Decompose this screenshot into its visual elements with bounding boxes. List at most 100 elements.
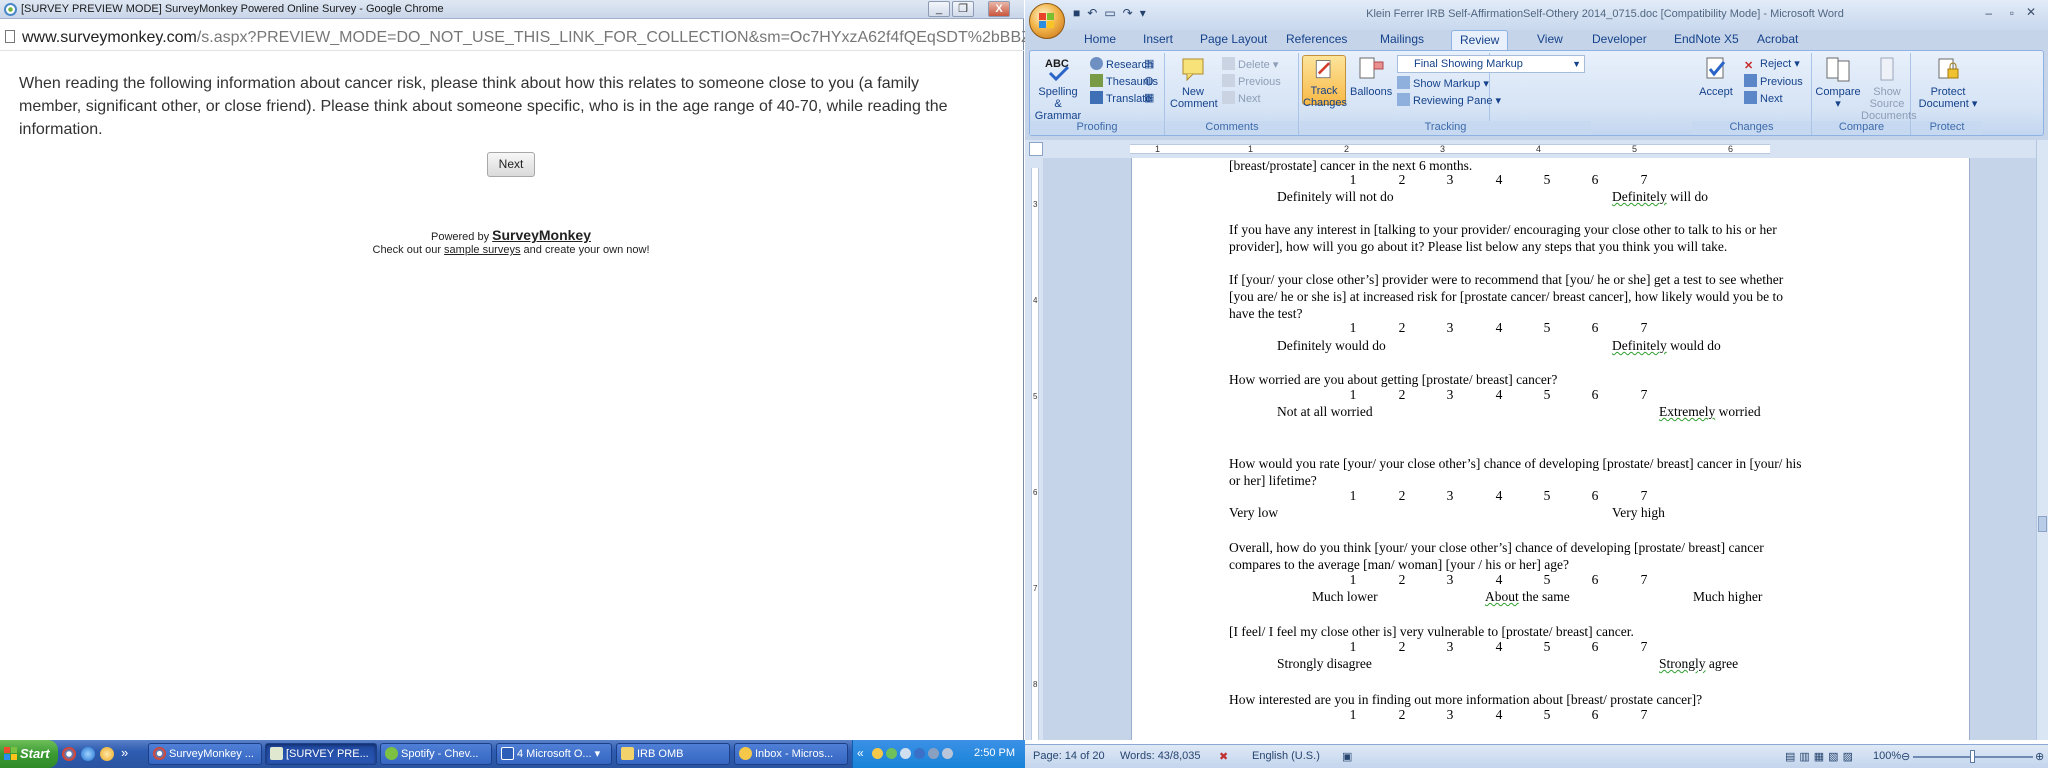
horizontal-ruler[interactable]: 1 1 2 3 4 5 6 xyxy=(1025,140,2048,158)
powered-by: Powered by SurveyMonkey xyxy=(340,227,682,243)
document-page[interactable]: [breast/prostate] cancer in the next 6 m… xyxy=(1131,158,1970,740)
macro-record-icon[interactable]: ▣ xyxy=(1342,750,1352,763)
word-close-icon[interactable]: ✕ xyxy=(2026,5,2036,19)
set-language-icon[interactable]: ▤ xyxy=(1144,57,1154,70)
start-button[interactable]: Start xyxy=(0,740,58,768)
scale-number: 3 xyxy=(1446,172,1454,187)
spelling-flag[interactable]: Definitely xyxy=(1612,189,1667,204)
previous-change-icon xyxy=(1744,74,1757,87)
spelling-flag[interactable]: Strongly xyxy=(1659,656,1706,671)
close-button[interactable]: X xyxy=(988,1,1010,17)
reject-button[interactable]: ✕ Reject ▾ xyxy=(1744,57,1800,72)
previous-comment-button[interactable]: Previous xyxy=(1222,74,1281,88)
delete-comment-button[interactable]: Delete ▾ xyxy=(1222,57,1278,71)
tab-developer[interactable]: Developer xyxy=(1592,32,1647,46)
compare-button[interactable]: Compare ▾ xyxy=(1815,55,1861,110)
taskbar-button-active[interactable]: [SURVEY PRE... xyxy=(265,743,377,765)
zoom-slider-knob[interactable] xyxy=(1970,750,1975,763)
page-indicator[interactable]: Page: 14 of 20 xyxy=(1033,750,1105,762)
scale-anchor-mid: About the same xyxy=(1485,589,1570,605)
tray-power-icon[interactable] xyxy=(942,748,953,759)
tab-acrobat[interactable]: Acrobat xyxy=(1757,32,1798,46)
taskbar-button[interactable]: Inbox - Micros... xyxy=(734,743,848,765)
word-minimize-icon[interactable]: – xyxy=(1985,6,1992,20)
track-changes-button[interactable]: Track Changes xyxy=(1302,55,1347,109)
spelling-grammar-button[interactable]: ABC Spelling & Grammar xyxy=(1034,55,1082,122)
scale-anchor-low: Definitely will not do xyxy=(1277,189,1394,204)
minimize-button[interactable]: _ xyxy=(928,1,950,17)
tab-endnote[interactable]: EndNote X5 xyxy=(1674,32,1739,46)
ruler-number: 4 xyxy=(1536,144,1542,154)
tray-security-icon[interactable] xyxy=(914,748,925,759)
word-count-icon[interactable]: ◍ xyxy=(1144,74,1154,87)
accept-button[interactable]: Accept xyxy=(1696,55,1736,98)
redo-icon[interactable]: ↷ xyxy=(1123,6,1140,20)
quicklaunch-more-icon[interactable]: » xyxy=(121,745,128,760)
tray-network-icon[interactable] xyxy=(900,748,911,759)
word-icon xyxy=(501,747,514,760)
taskbar-button[interactable]: IRB OMB xyxy=(616,743,730,765)
tab-view[interactable]: View xyxy=(1537,32,1563,46)
previous-change-button[interactable]: Previous xyxy=(1744,74,1803,88)
tab-page-layout[interactable]: Page Layout xyxy=(1200,32,1267,46)
save-icon[interactable]: ■ xyxy=(1073,6,1087,20)
chrome-icon xyxy=(4,3,17,16)
spelling-flag[interactable]: About xyxy=(1485,589,1519,604)
show-markup-button[interactable]: Show Markup ▾ xyxy=(1397,76,1489,90)
scale-number: 5 xyxy=(1543,488,1551,503)
previous-comment-icon xyxy=(1222,74,1235,87)
proofing-errors-icon[interactable]: ✖ xyxy=(1219,750,1228,763)
word-restore-icon[interactable]: ▫ xyxy=(2010,6,2014,20)
word-count[interactable]: Words: 43/8,035 xyxy=(1120,750,1201,762)
next-comment-button[interactable]: Next xyxy=(1222,91,1261,105)
tab-review[interactable]: Review xyxy=(1451,30,1509,51)
tab-references[interactable]: References xyxy=(1286,32,1347,46)
next-comment-icon xyxy=(1222,91,1235,104)
scrollbar-thumb[interactable] xyxy=(2038,516,2047,532)
ie-launch-icon[interactable] xyxy=(81,747,95,761)
reviewing-pane-button[interactable]: Reviewing Pane ▾ xyxy=(1397,93,1501,107)
tab-home[interactable]: Home xyxy=(1084,32,1116,46)
zoom-level[interactable]: 100% xyxy=(1873,750,1901,762)
tray-spotify-icon[interactable] xyxy=(886,748,897,759)
taskbar-button[interactable]: Spotify - Chev... xyxy=(380,743,492,765)
zoom-in-icon[interactable]: ⊕ xyxy=(2035,750,2044,763)
word-title-bar[interactable]: Klein Ferrer IRB Self-AffirmationSelf-Ot… xyxy=(1025,0,2048,30)
balloons-button[interactable]: Balloons xyxy=(1350,55,1392,98)
clock[interactable]: 2:50 PM xyxy=(974,747,1015,759)
markup-mode-select[interactable]: Final Showing Markup ▼ xyxy=(1397,55,1585,73)
spelling-flag[interactable]: Extremely xyxy=(1659,404,1715,419)
maximize-button[interactable]: ❐ xyxy=(952,1,974,17)
tray-volume-icon[interactable] xyxy=(928,748,939,759)
messenger-launch-icon[interactable] xyxy=(100,747,114,761)
undo-icon[interactable]: ↶ xyxy=(1087,6,1104,20)
tray-expand-icon[interactable]: « xyxy=(857,746,864,760)
taskbar-button[interactable]: SurveyMonkey ... xyxy=(148,743,262,765)
url-text[interactable]: www.surveymonkey.com/s.aspx?PREVIEW_MODE… xyxy=(22,29,1051,47)
translate-button[interactable]: Translate xyxy=(1090,91,1151,105)
next-button[interactable]: Next xyxy=(487,152,535,177)
new-comment-button[interactable]: New Comment xyxy=(1170,55,1218,110)
group-changes: Accept ✕ Reject ▾ Previous Next Changes xyxy=(1692,53,1812,135)
address-bar[interactable]: www.surveymonkey.com/s.aspx?PREVIEW_MODE… xyxy=(0,25,1051,51)
tab-insert[interactable]: Insert xyxy=(1143,32,1173,46)
taskbar-button[interactable]: 4 Microsoft O... ▾ xyxy=(496,743,612,765)
chrome-title-bar[interactable]: [SURVEY PREVIEW MODE] SurveyMonkey Power… xyxy=(0,0,1024,19)
tray-messenger-icon[interactable] xyxy=(872,748,883,759)
language-indicator[interactable]: English (U.S.) xyxy=(1252,750,1320,762)
view-buttons[interactable]: ▤▥▦▧▨ xyxy=(1785,750,1857,763)
chrome-launch-icon[interactable] xyxy=(62,747,76,761)
sample-surveys-link[interactable]: sample surveys xyxy=(444,244,520,256)
tab-selector[interactable] xyxy=(1029,142,1043,156)
translation-tip-icon[interactable]: ▦ xyxy=(1144,91,1154,104)
office-button[interactable] xyxy=(1029,3,1065,39)
next-change-button[interactable]: Next xyxy=(1744,91,1783,105)
spelling-flag[interactable]: Definitely xyxy=(1612,338,1667,353)
zoom-out-icon[interactable]: ⊖ xyxy=(1901,750,1910,763)
open-icon[interactable]: ▭ xyxy=(1104,6,1122,20)
tab-mailings[interactable]: Mailings xyxy=(1380,32,1424,46)
vertical-scrollbar[interactable] xyxy=(2036,140,2048,740)
customize-qat-icon[interactable]: ▾ xyxy=(1140,6,1153,20)
protect-document-button[interactable]: Protect Document ▾ xyxy=(1918,55,1978,110)
surveymonkey-link[interactable]: SurveyMonkey xyxy=(492,227,591,243)
